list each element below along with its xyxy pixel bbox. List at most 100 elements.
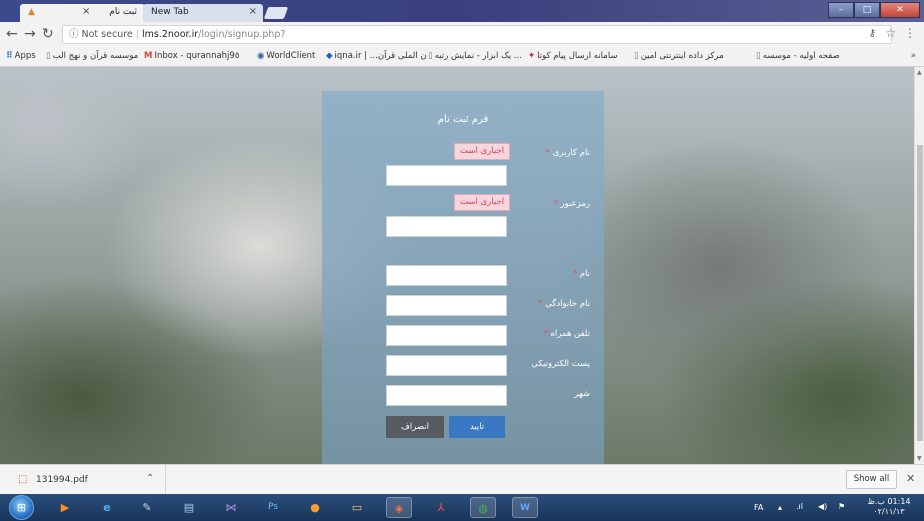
security-label: Not secure: [81, 29, 133, 40]
bookmarks-bar: ⠿ Apps ▯ موسسه قرآن و نهج الب M Inbox - qur…: [0, 48, 924, 67]
cancel-button[interactable]: انصراف: [386, 416, 444, 438]
required-badge: اجباری است: [454, 194, 511, 211]
gmail-icon: M: [144, 51, 153, 61]
tab-signup[interactable]: ▲ ثبت نام ×: [20, 4, 145, 22]
scroll-thumb[interactable]: [917, 145, 923, 441]
bookmark-item[interactable]: M Inbox - qurannahj9٥: [144, 51, 239, 61]
required-marker: *: [545, 148, 550, 158]
reload-icon[interactable]: ↻: [42, 26, 54, 42]
bookmark-item[interactable]: ▯ یک ابزار - نمایش رتبه ...: [428, 51, 522, 61]
download-bar: ⬚ 131994.pdf ⌃ Show all ✕: [0, 464, 924, 494]
key-icon[interactable]: ⚷: [869, 28, 876, 39]
url-separator: |: [135, 29, 139, 40]
bookmark-apps[interactable]: ⠿ Apps: [6, 51, 36, 61]
start-button[interactable]: ⊞: [9, 495, 34, 520]
city-input[interactable]: [386, 385, 507, 406]
system-tray: FA ▴ .ıl ◀) ⚑ 01:14 ب.ظ ۰۲/۱۱/۱۳: [744, 494, 924, 521]
bookmark-item[interactable]: ◉ WorldClient: [257, 51, 315, 61]
diamond-icon: ◆: [326, 51, 333, 61]
close-tab-icon[interactable]: ×: [249, 6, 257, 17]
volume-icon[interactable]: ◀): [818, 502, 827, 511]
close-icon[interactable]: ✕: [906, 472, 915, 485]
action-center-flag-icon[interactable]: ⚑: [838, 502, 845, 511]
window-controls: – □ ✕: [828, 2, 920, 18]
paint-icon[interactable]: ✎: [134, 497, 160, 518]
mobile-label: تلفن همراه *: [543, 329, 590, 339]
notepad-icon[interactable]: ▤: [176, 497, 202, 518]
forward-arrow-icon[interactable]: →: [24, 26, 36, 42]
language-indicator[interactable]: FA: [754, 503, 763, 512]
password-input[interactable]: [386, 216, 507, 237]
signup-form: فرم ثبت نام نام کاربری * اجباری است رمزع…: [322, 91, 604, 464]
url-host: lms.2noor.ir: [141, 29, 199, 40]
required-badge: اجباری است: [454, 143, 511, 160]
url-input[interactable]: ⓘ Not secure | lms.2noor.ir/login/signup.ph…: [62, 25, 892, 44]
bookmark-item[interactable]: ✦ سامانه ارسال پیام کوتا: [528, 51, 618, 61]
word-icon[interactable]: W: [512, 497, 538, 518]
close-window-button[interactable]: ✕: [880, 2, 920, 18]
lastname-input[interactable]: [386, 295, 507, 316]
back-arrow-icon[interactable]: ←: [6, 26, 18, 42]
page-icon: ▯: [428, 51, 433, 61]
show-all-button[interactable]: Show all: [846, 470, 897, 489]
network-icon[interactable]: .ıl: [796, 502, 803, 511]
required-marker: *: [553, 199, 558, 209]
download-item[interactable]: ⬚ 131994.pdf ⌃: [0, 465, 166, 494]
download-file-name: 131994.pdf: [36, 475, 88, 485]
mobile-input[interactable]: [386, 325, 507, 346]
internet-explorer-icon[interactable]: e: [94, 497, 120, 518]
tab-title: ثبت نام: [109, 7, 137, 17]
firefox-icon[interactable]: ●: [302, 497, 328, 518]
minimize-button[interactable]: –: [828, 2, 854, 18]
scroll-down-icon[interactable]: ▼: [917, 455, 922, 462]
tray-expand-icon[interactable]: ▴: [778, 503, 782, 512]
email-input[interactable]: [386, 355, 507, 376]
username-label: نام کاربری *: [545, 148, 590, 158]
tab-new-tab[interactable]: New Tab ×: [143, 4, 263, 22]
app-icon[interactable]: ◈: [386, 497, 412, 518]
city-label: شهر: [574, 389, 590, 399]
required-marker: *: [537, 299, 543, 309]
clock[interactable]: 01:14 ب.ظ ۰۲/۱۱/۱۳: [864, 497, 914, 517]
bookmark-item[interactable]: ◆ iqna.ir | ...ن الملی قرآن: [326, 51, 427, 61]
info-icon[interactable]: ⓘ: [69, 29, 79, 40]
acrobat-icon[interactable]: ⅄: [428, 497, 454, 518]
apps-grid-icon: ⠿: [6, 51, 13, 61]
form-title: فرم ثبت نام: [437, 114, 489, 125]
lastname-label: نام خانوادگی *: [537, 299, 590, 309]
media-player-icon[interactable]: ▶: [52, 497, 78, 518]
chevron-up-icon[interactable]: ⌃: [146, 473, 154, 484]
tab-title: New Tab: [151, 7, 189, 17]
close-tab-icon[interactable]: ×: [82, 6, 90, 17]
bookmark-star-icon[interactable]: ☆: [885, 26, 896, 40]
pdf-file-icon: ⬚: [18, 474, 28, 485]
page-viewport: فرم ثبت نام نام کاربری * اجباری است رمزع…: [0, 67, 914, 464]
required-marker: *: [572, 269, 578, 279]
folder-icon[interactable]: ▭: [344, 497, 370, 518]
bookmark-item[interactable]: ▯ صفحه اولیه - موسسه: [756, 51, 840, 61]
clock-time: 01:14 ب.ظ: [867, 497, 911, 506]
bookmark-item[interactable]: ▯ موسسه قرآن و نهج الب: [46, 51, 138, 61]
new-tab-button[interactable]: [263, 7, 289, 19]
vertical-scrollbar[interactable]: ▲ ▼: [914, 67, 924, 464]
bookmark-item[interactable]: ▯ مرکز داده اینترنتی امین: [634, 51, 724, 61]
firstname-label: نام *: [572, 269, 590, 279]
url-path: /login/signup.php?: [198, 29, 286, 40]
title-bar: ▲ ثبت نام × New Tab × – □ ✕: [0, 0, 924, 22]
scroll-up-icon[interactable]: ▲: [917, 69, 922, 76]
maximize-button[interactable]: □: [854, 2, 880, 18]
page-icon: ▯: [46, 51, 51, 61]
clock-date: ۰۲/۱۱/۱۳: [873, 507, 905, 516]
photoshop-icon[interactable]: Ps: [260, 497, 286, 518]
email-label: پست الکترونیکی: [531, 359, 590, 369]
chrome-icon[interactable]: ◍: [470, 497, 496, 518]
username-input[interactable]: [386, 165, 507, 186]
more-bookmarks-icon[interactable]: »: [911, 51, 916, 61]
confirm-button[interactable]: تایید: [449, 416, 505, 438]
firstname-input[interactable]: [386, 265, 507, 286]
menu-icon[interactable]: ⋮: [904, 26, 916, 40]
page-icon: ▯: [634, 51, 639, 61]
globe-icon: ◉: [257, 51, 265, 61]
visual-studio-icon[interactable]: ⋈: [218, 497, 244, 518]
page-icon: ▯: [756, 51, 761, 61]
